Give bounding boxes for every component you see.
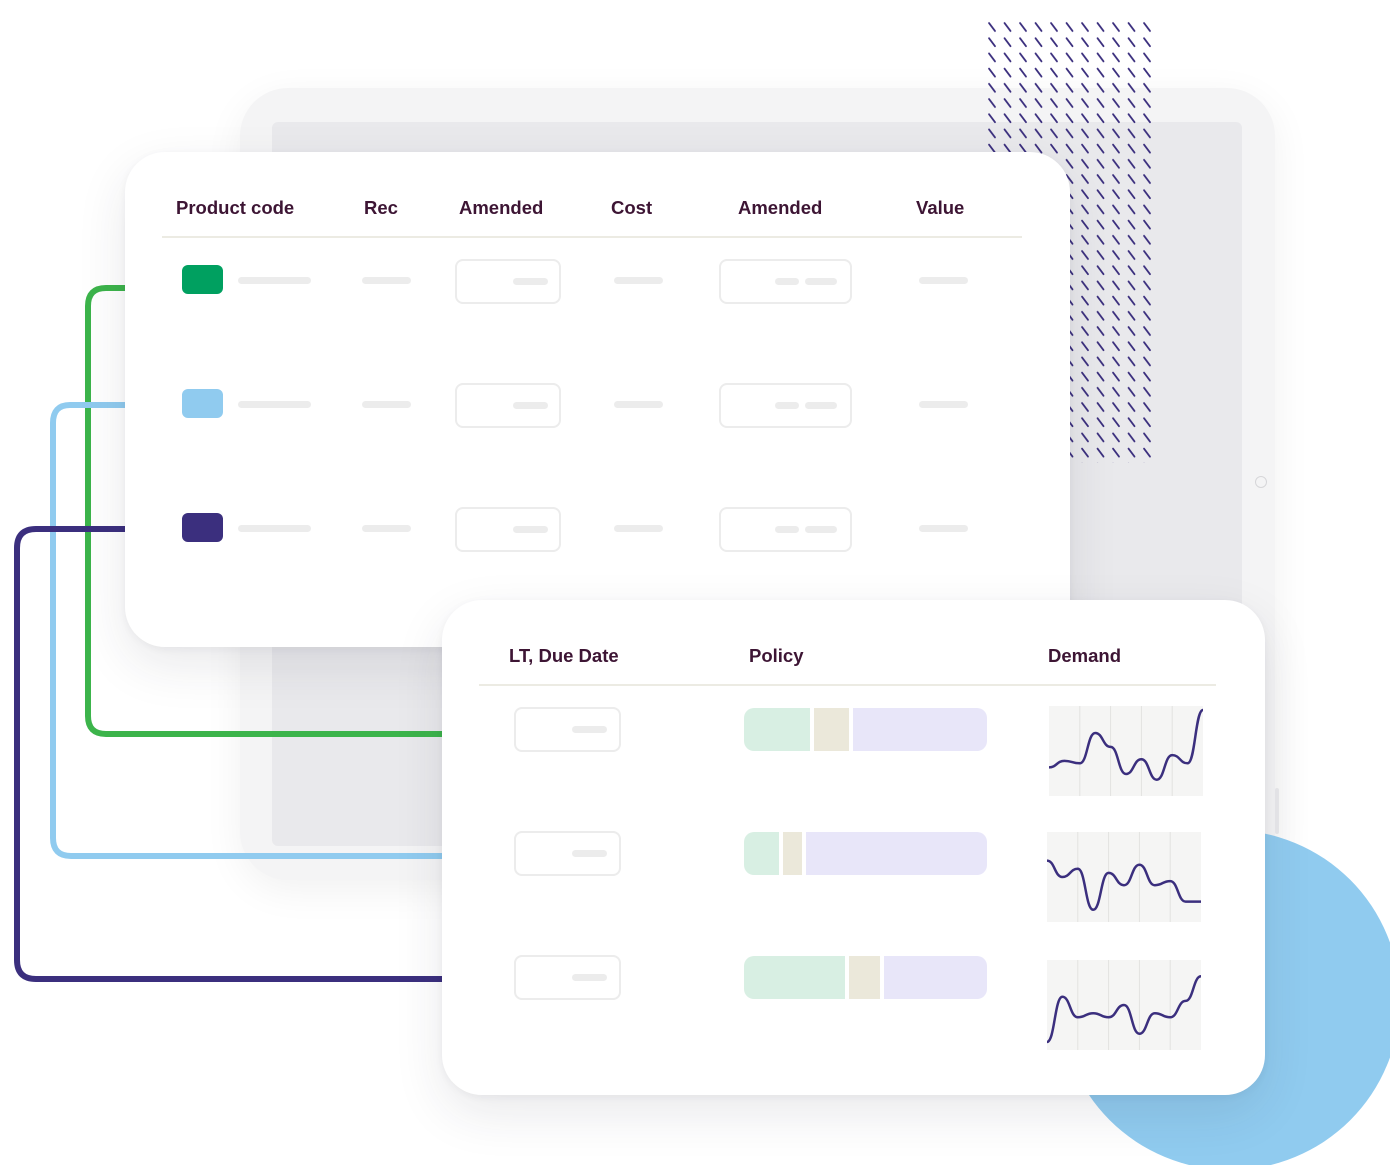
amended-cost-placeholder-b (805, 402, 837, 409)
product-code-placeholder (238, 525, 311, 532)
header-divider (479, 684, 1216, 686)
amended-input[interactable] (455, 507, 561, 552)
header-demand: Demand (1048, 645, 1121, 666)
amended-input-placeholder (513, 402, 548, 409)
due-date-placeholder (572, 850, 607, 857)
header-value: Value (916, 197, 965, 218)
amended-cost-input[interactable] (719, 507, 852, 552)
policy-bar (744, 956, 987, 999)
amended-cost-placeholder-b (805, 526, 837, 533)
cost-placeholder (614, 401, 663, 408)
policy-demand-card: LT, Due Date Policy Demand (442, 600, 1265, 1095)
policy-segment-buffer (813, 708, 850, 751)
policy-bar (744, 832, 987, 875)
product-swatch-green (182, 265, 223, 294)
policy-segment-min (744, 956, 846, 999)
due-date-input[interactable] (514, 955, 621, 1000)
value-placeholder (919, 277, 968, 284)
product-code-placeholder (238, 401, 311, 408)
rec-placeholder (362, 277, 411, 284)
header-divider (162, 236, 1022, 238)
amended-input[interactable] (455, 383, 561, 428)
amended-cost-input[interactable] (719, 383, 852, 428)
policy-segment-min (744, 832, 780, 875)
rec-placeholder (362, 401, 411, 408)
amended-input[interactable] (455, 259, 561, 304)
policy-segment-max (806, 832, 987, 875)
product-swatch-navy (182, 513, 223, 542)
header-amended-1: Amended (459, 197, 544, 218)
policy-segment-buffer (783, 832, 803, 875)
demand-sparkline (1046, 832, 1201, 922)
header-policy: Policy (749, 645, 804, 666)
header-lt-due-date: LT, Due Date (509, 645, 619, 666)
amended-input-placeholder (513, 526, 548, 533)
header-amended-2: Amended (738, 197, 823, 218)
policy-segment-max (883, 956, 987, 999)
stage: Product code Rec Amended Cost Amended Va… (0, 0, 1390, 1165)
policy-segment-max (853, 708, 987, 751)
value-placeholder (919, 401, 968, 408)
product-code-placeholder (238, 277, 311, 284)
amended-cost-placeholder-a (775, 402, 799, 409)
amended-cost-placeholder-a (775, 526, 799, 533)
rec-placeholder (362, 525, 411, 532)
header-cost: Cost (611, 197, 653, 218)
due-date-placeholder (572, 974, 607, 981)
amended-input-placeholder (513, 278, 548, 285)
demand-sparkline (1045, 960, 1202, 1050)
policy-segment-buffer (849, 956, 880, 999)
product-table-card: Product code Rec Amended Cost Amended Va… (125, 152, 1070, 647)
demand-sparkline (1048, 706, 1205, 796)
product-swatch-light-blue (182, 389, 223, 418)
value-placeholder (919, 525, 968, 532)
cost-placeholder (614, 525, 663, 532)
amended-cost-input[interactable] (719, 259, 852, 304)
due-date-input[interactable] (514, 831, 621, 876)
policy-segment-min (744, 708, 810, 751)
cost-placeholder (614, 277, 663, 284)
amended-cost-placeholder-a (775, 278, 799, 285)
sparkline-background (1049, 706, 1203, 796)
due-date-placeholder (572, 726, 607, 733)
policy-bar (744, 708, 987, 751)
sparkline-background (1047, 832, 1201, 922)
due-date-input[interactable] (514, 707, 621, 752)
amended-cost-placeholder-b (805, 278, 837, 285)
header-rec: Rec (364, 197, 398, 218)
header-product-code: Product code (176, 197, 295, 218)
